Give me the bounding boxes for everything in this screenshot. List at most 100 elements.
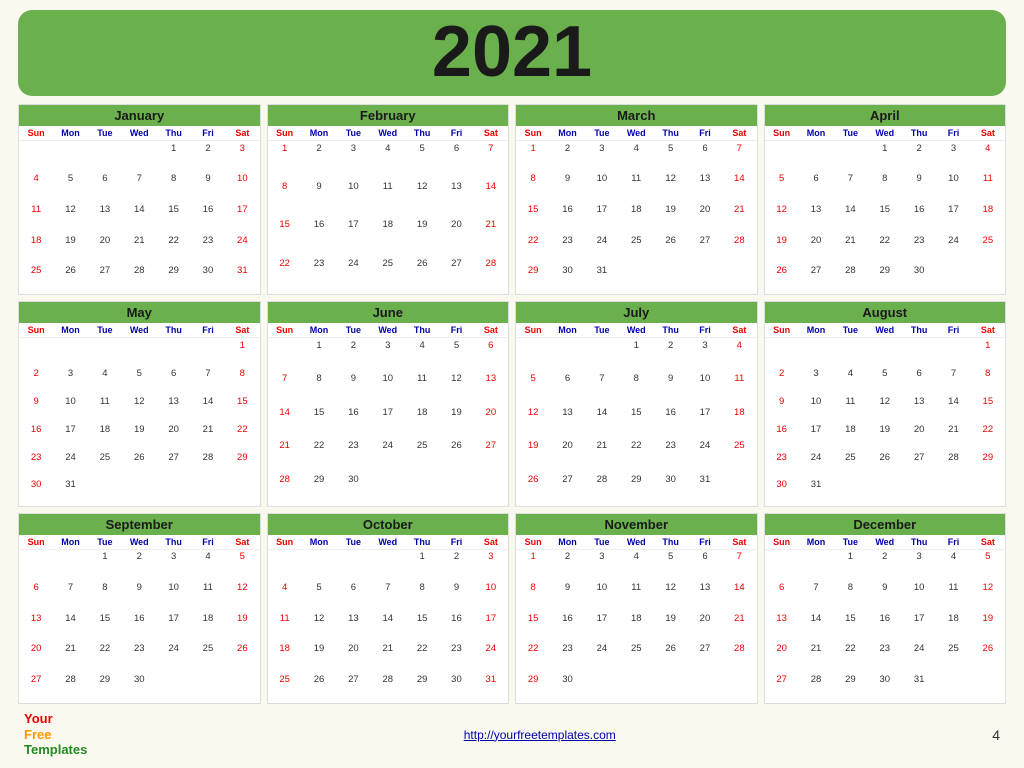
day-cell: 20 [688, 202, 722, 233]
day-cell: 7 [936, 366, 970, 394]
day-cell: 20 [156, 422, 190, 450]
day-cell: 27 [799, 264, 833, 295]
days-grid: 1234567891011121314151617181920212223242… [19, 141, 260, 294]
day-cell: 20 [336, 642, 370, 673]
day-cell: 11 [191, 580, 225, 611]
day-cell: 30 [868, 673, 902, 704]
day-cell: 7 [722, 141, 756, 172]
day-cell: 11 [405, 372, 439, 405]
day-cell: 5 [405, 141, 439, 179]
footer-page: 4 [992, 727, 1000, 743]
day-header-mon: Mon [550, 126, 584, 140]
day-cell: 11 [833, 394, 867, 422]
day-cell: 19 [516, 439, 550, 472]
day-cell: 19 [868, 422, 902, 450]
day-cell: 6 [799, 172, 833, 203]
footer-url[interactable]: http://yourfreetemplates.com [464, 728, 616, 742]
day-cell: 26 [765, 264, 799, 295]
empty-cell [799, 338, 833, 366]
day-cell: 19 [53, 233, 87, 264]
day-cell: 9 [765, 394, 799, 422]
day-cell: 1 [516, 550, 550, 581]
day-cell: 26 [302, 673, 336, 704]
day-cell: 18 [19, 233, 53, 264]
day-cell: 27 [19, 673, 53, 704]
day-cell: 16 [191, 202, 225, 233]
day-cell: 13 [88, 202, 122, 233]
day-cell: 23 [302, 256, 336, 294]
empty-cell [19, 338, 53, 366]
month-block-november: NovemberSunMonTueWedThuFriSat12345678910… [515, 513, 758, 704]
day-cell: 7 [474, 141, 508, 179]
day-cell: 26 [53, 264, 87, 295]
day-cell: 8 [88, 580, 122, 611]
day-header-mon: Mon [53, 323, 87, 337]
empty-cell [799, 550, 833, 581]
day-cell: 21 [53, 642, 87, 673]
day-header-thu: Thu [902, 126, 936, 140]
day-cell: 3 [371, 338, 405, 371]
empty-cell [765, 550, 799, 581]
month-title-february: February [268, 105, 509, 126]
day-header-sat: Sat [722, 535, 756, 549]
day-cell: 30 [122, 673, 156, 704]
day-cell: 24 [936, 233, 970, 264]
day-cell: 26 [971, 642, 1005, 673]
day-cell: 31 [585, 264, 619, 295]
day-cell: 18 [191, 611, 225, 642]
day-cell: 17 [799, 422, 833, 450]
day-cell: 9 [336, 372, 370, 405]
day-header-thu: Thu [405, 126, 439, 140]
day-cell: 12 [439, 372, 473, 405]
day-cell: 23 [902, 233, 936, 264]
day-cell: 20 [688, 611, 722, 642]
year-title: 2021 [18, 16, 1006, 88]
day-cell: 6 [902, 366, 936, 394]
day-cell: 17 [902, 611, 936, 642]
day-header-wed: Wed [371, 323, 405, 337]
day-header-fri: Fri [688, 535, 722, 549]
day-cell: 4 [371, 141, 405, 179]
day-cell: 9 [122, 580, 156, 611]
day-cell: 4 [191, 550, 225, 581]
day-cell: 18 [88, 422, 122, 450]
days-grid: 1234567891011121314151617181920212223242… [268, 550, 509, 703]
month-title-november: November [516, 514, 757, 535]
day-header-tue: Tue [88, 535, 122, 549]
day-header-fri: Fri [688, 126, 722, 140]
day-header-sun: Sun [19, 323, 53, 337]
day-cell: 23 [191, 233, 225, 264]
day-cell: 21 [799, 642, 833, 673]
day-cell: 14 [474, 179, 508, 217]
day-cell: 12 [653, 172, 687, 203]
day-cell: 25 [19, 264, 53, 295]
day-cell: 13 [336, 611, 370, 642]
day-cell: 18 [936, 611, 970, 642]
day-cell: 2 [122, 550, 156, 581]
day-cell: 24 [585, 642, 619, 673]
day-cell: 5 [53, 172, 87, 203]
day-header-sun: Sun [516, 535, 550, 549]
day-cell: 6 [688, 141, 722, 172]
day-cell: 12 [405, 179, 439, 217]
day-cell: 10 [902, 580, 936, 611]
empty-cell [191, 338, 225, 366]
day-cell: 12 [971, 580, 1005, 611]
day-cell: 5 [765, 172, 799, 203]
day-headers: SunMonTueWedThuFriSat [516, 126, 757, 141]
day-header-thu: Thu [653, 535, 687, 549]
month-title-september: September [19, 514, 260, 535]
day-cell: 13 [19, 611, 53, 642]
day-headers: SunMonTueWedThuFriSat [765, 126, 1006, 141]
day-cell: 7 [53, 580, 87, 611]
month-title-july: July [516, 302, 757, 323]
day-cell: 15 [156, 202, 190, 233]
day-cell: 20 [474, 405, 508, 438]
day-cell: 30 [653, 472, 687, 505]
day-cell: 12 [302, 611, 336, 642]
empty-cell [371, 550, 405, 581]
days-grid: 1234567891011121314151617181920212223242… [765, 550, 1006, 703]
month-block-may: MaySunMonTueWedThuFriSat1234567891011121… [18, 301, 261, 506]
day-header-wed: Wed [371, 126, 405, 140]
day-headers: SunMonTueWedThuFriSat [268, 323, 509, 338]
